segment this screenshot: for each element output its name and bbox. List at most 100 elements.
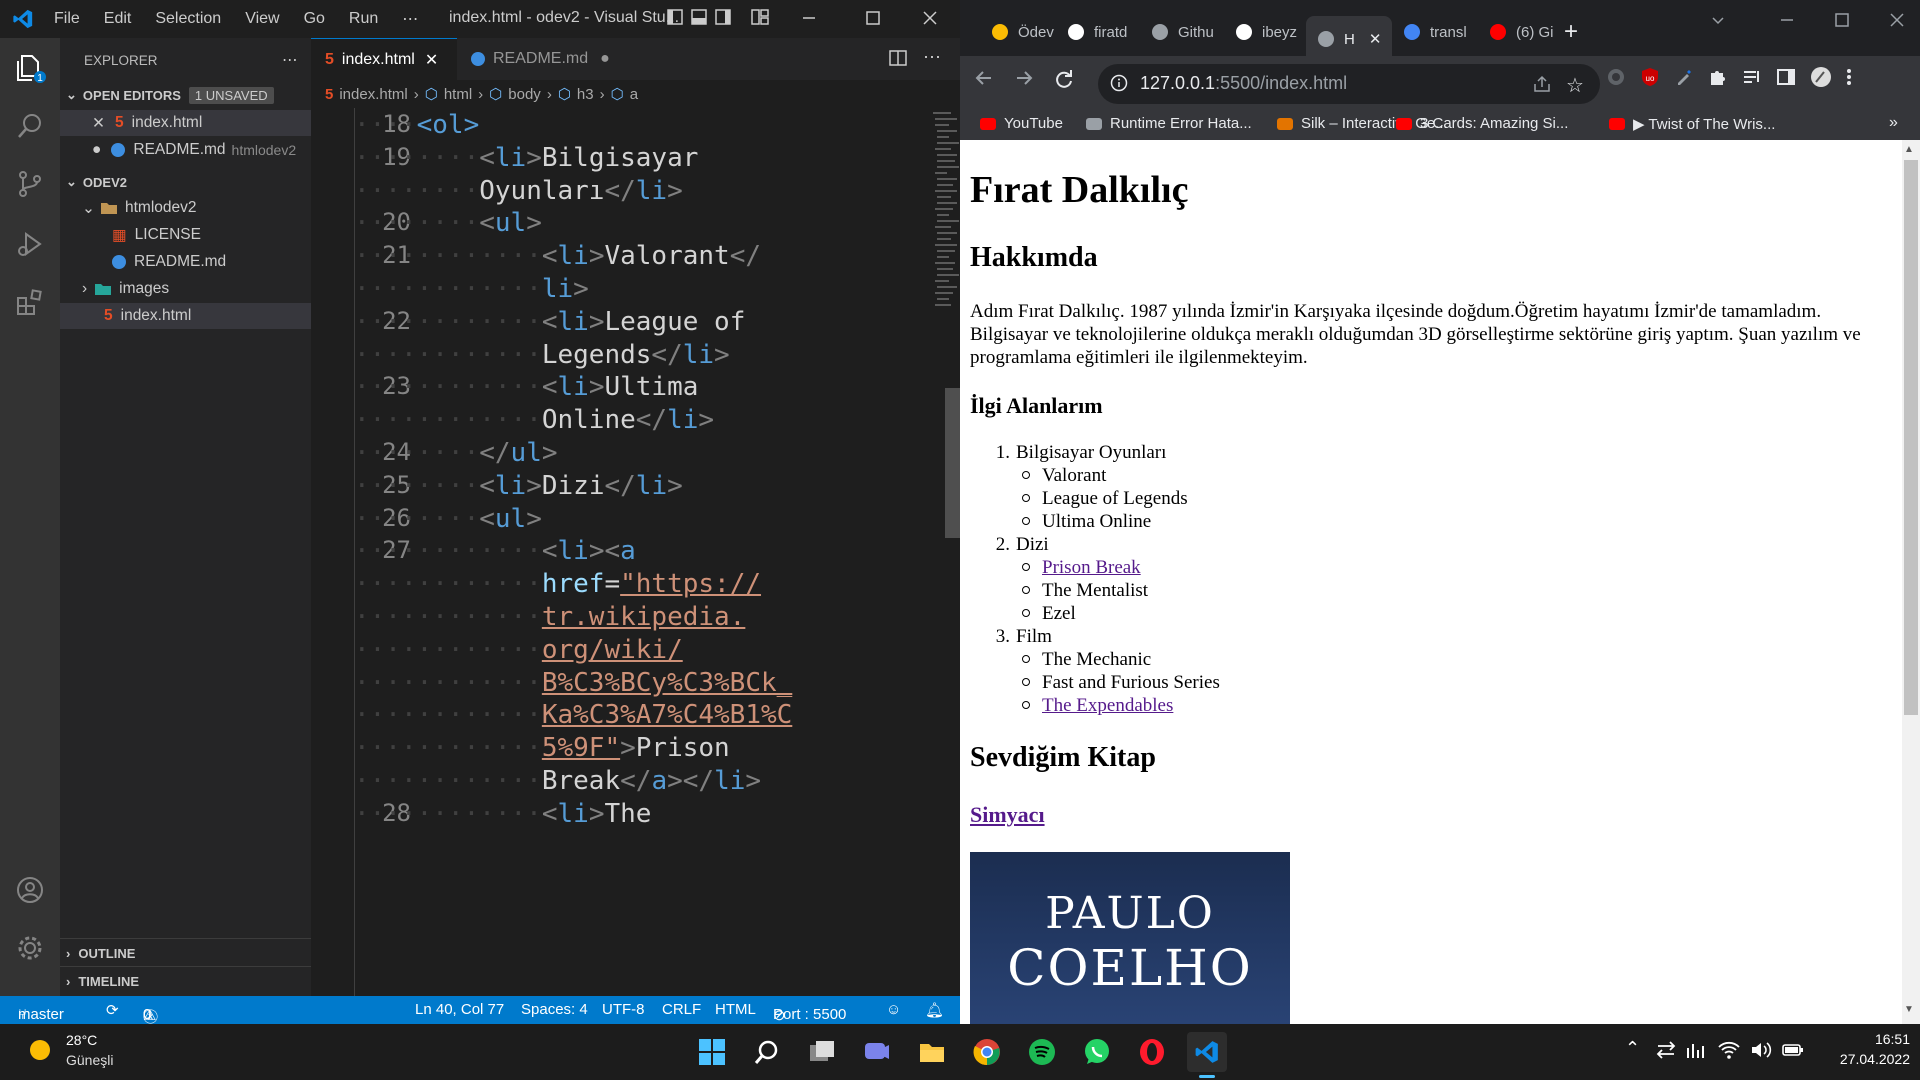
open-editor-readme[interactable]: ● README.md htmlodev2 [92, 137, 296, 163]
close-button[interactable] [922, 10, 938, 26]
outline-header[interactable]: › OUTLINE [66, 940, 135, 966]
more-actions-icon[interactable]: ⋯ [923, 47, 941, 68]
more-bookmarks-icon[interactable]: » [1889, 114, 1898, 132]
menu-item[interactable]: File [54, 10, 80, 28]
folder-htmlodev2[interactable]: ⌄ htmlodev2 [82, 195, 197, 221]
accounts-icon[interactable] [14, 874, 46, 906]
run-debug-icon[interactable] [14, 228, 46, 260]
breadcrumb-item[interactable]: h3 [577, 86, 594, 103]
profile-avatar[interactable] [1810, 66, 1832, 88]
weather-condition[interactable]: Güneşli [66, 1052, 113, 1068]
show-hidden-icons-icon[interactable]: ⌃ [1625, 1038, 1640, 1059]
back-arrow-icon[interactable] [974, 68, 994, 88]
chrome-tab[interactable]: Ödev [980, 16, 1056, 48]
weather-temp[interactable]: 28°C [66, 1032, 97, 1048]
language-status[interactable]: HTML [715, 1001, 756, 1018]
customize-layout-icon[interactable] [751, 9, 769, 25]
address-bar[interactable]: 127.0.0.1:5500/index.html ☆ [1098, 64, 1600, 104]
reading-list-icon[interactable] [1742, 67, 1762, 87]
settings-gear-icon[interactable] [14, 932, 46, 964]
wifi-icon[interactable] [1718, 1040, 1740, 1060]
chrome-tab[interactable]: transl [1392, 16, 1478, 48]
ublock-icon[interactable]: uo [1640, 67, 1660, 87]
start-windows-icon[interactable] [692, 1032, 732, 1072]
color-picker-icon[interactable] [1674, 67, 1694, 87]
network-sharing-icon[interactable] [1656, 1040, 1676, 1060]
editor-scrollbar-thumb[interactable] [945, 388, 960, 538]
code-editor[interactable]: 18 ····<ol> 19 ········<li>Bilgisayar ······… [311, 108, 960, 996]
item-link[interactable]: Prison Break [1042, 557, 1141, 578]
reload-icon[interactable] [1054, 68, 1074, 88]
sync-icon[interactable]: ⟳ [106, 1001, 119, 1019]
clock-time[interactable]: 16:51 [1862, 1031, 1910, 1047]
menu-item[interactable]: Selection [155, 10, 221, 28]
file-license[interactable]: ▦ LICENSE [112, 222, 201, 248]
weather-sun-icon[interactable] [28, 1038, 52, 1062]
close-icon[interactable]: ✕ [92, 114, 105, 133]
chrome-tab[interactable]: Githu [1140, 16, 1224, 48]
file-index-html[interactable]: 5 index.html [60, 303, 311, 329]
feedback-icon[interactable]: ☺ [886, 1001, 901, 1018]
explorer-icon[interactable]: 1 [14, 52, 46, 84]
indentation-status[interactable]: Spaces: 4 [521, 1001, 588, 1018]
extensions-icon[interactable] [14, 286, 46, 318]
vscode-taskbar-icon[interactable] [1187, 1032, 1227, 1072]
cursor-position[interactable]: Ln 40, Col 77 [415, 1001, 504, 1018]
bookmark-item[interactable]: Runtime Error Hata... [1086, 115, 1252, 132]
breadcrumb-item[interactable]: html [444, 86, 472, 103]
menu-item[interactable]: Go [304, 10, 325, 28]
encoding-status[interactable]: UTF-8 [602, 1001, 645, 1018]
scroll-up-icon[interactable]: ▲ [1904, 144, 1914, 155]
page-scrollbar[interactable]: ▲ ▼ [1902, 140, 1920, 1024]
tab-index-html[interactable]: 5 index.html ✕ [311, 38, 457, 80]
chrome-tab-search-icon[interactable] [1710, 12, 1726, 28]
menu-item[interactable]: Run [349, 10, 378, 28]
chrome-minimize-button[interactable] [1779, 12, 1795, 28]
opera-icon[interactable] [1132, 1032, 1172, 1072]
breadcrumb-item[interactable]: index.html [339, 86, 407, 103]
toggle-panel-icon[interactable] [691, 9, 707, 25]
whatsapp-icon[interactable] [1077, 1032, 1117, 1072]
volume-icon[interactable] [1750, 1040, 1772, 1060]
workspace-header[interactable]: ⌄ ODEV2 [66, 169, 127, 195]
folder-images[interactable]: › images [82, 276, 169, 302]
minimize-button[interactable] [801, 10, 817, 26]
file-readme[interactable]: README.md [112, 249, 226, 275]
maximize-button[interactable] [865, 10, 881, 26]
chrome-close-button[interactable] [1889, 12, 1905, 28]
teams-chat-icon[interactable] [857, 1032, 897, 1072]
split-editor-icon[interactable] [889, 50, 907, 66]
performance-meter-icon[interactable] [1686, 1040, 1706, 1060]
forward-arrow-icon[interactable] [1014, 68, 1034, 88]
chrome-menu-icon[interactable] [1846, 67, 1852, 87]
share-icon[interactable] [1532, 74, 1552, 94]
source-control-icon[interactable] [14, 168, 46, 200]
bookmark-star-icon[interactable]: ☆ [1566, 73, 1584, 98]
notifications-bell-icon[interactable]: 🔔︎ [925, 1001, 944, 1019]
scrollbar-thumb[interactable] [1904, 160, 1918, 715]
new-tab-button[interactable]: + [1564, 16, 1578, 48]
book-link[interactable]: Simyacı [970, 802, 1045, 827]
chrome-maximize-button[interactable] [1834, 12, 1850, 28]
menu-item[interactable]: Edit [104, 10, 132, 28]
close-tab-icon[interactable]: ✕ [1369, 30, 1382, 48]
item-link[interactable]: The Expendables [1042, 695, 1173, 716]
extension-circle-icon[interactable] [1606, 67, 1626, 87]
chrome-taskbar-icon[interactable] [967, 1032, 1007, 1072]
chrome-tab[interactable]: firatd [1056, 16, 1140, 48]
eol-status[interactable]: CRLF [662, 1001, 701, 1018]
task-view-icon[interactable] [802, 1032, 842, 1072]
menu-item[interactable]: View [245, 10, 279, 28]
timeline-header[interactable]: › TIMELINE [66, 968, 139, 994]
chrome-tab[interactable]: (6) Gi [1478, 16, 1558, 48]
search-icon[interactable] [14, 110, 46, 142]
scroll-down-icon[interactable]: ▼ [1904, 1004, 1914, 1015]
side-panel-icon[interactable] [1776, 67, 1796, 87]
toggle-secondary-sidebar-icon[interactable] [715, 9, 731, 25]
open-editors-header[interactable]: ⌄ OPEN EDITORS 1 UNSAVED [66, 82, 274, 108]
breadcrumb-item[interactable]: a [630, 86, 638, 103]
clock-date[interactable]: 27.04.2022 [1820, 1051, 1910, 1067]
battery-icon[interactable] [1782, 1041, 1804, 1059]
chrome-tab[interactable]: ibeyz [1224, 16, 1306, 48]
bookmark-item[interactable]: YouTube [980, 115, 1063, 132]
